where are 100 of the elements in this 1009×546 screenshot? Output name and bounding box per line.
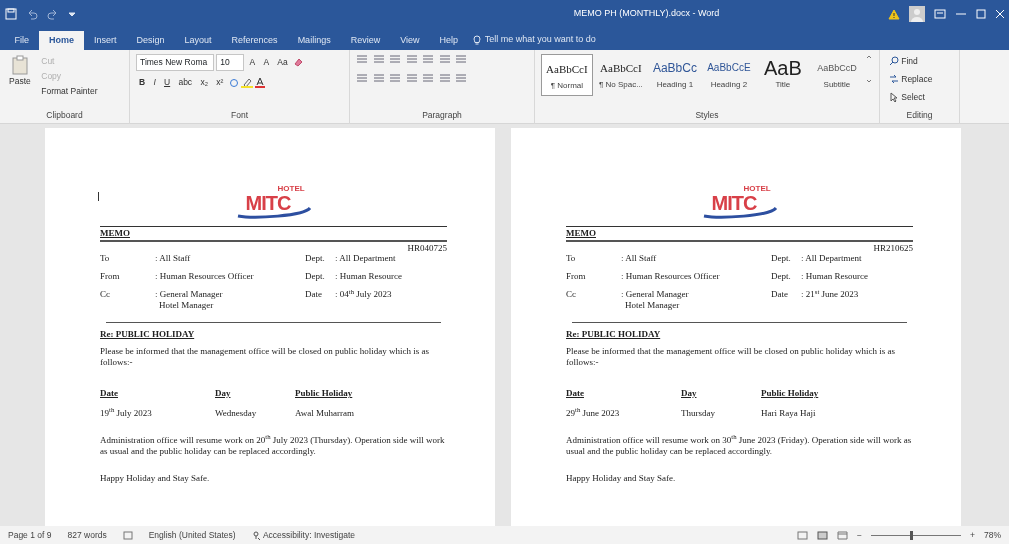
- table-cell-text: Wednesday: [215, 407, 258, 419]
- word-count[interactable]: 827 words: [67, 528, 107, 542]
- column-heading: Date: [100, 388, 119, 400]
- field-value: : 04$^{th}$ July 2023: [335, 289, 392, 301]
- subject-line: Re: PUBLIC HOLIDAY: [100, 328, 196, 340]
- zoom-level[interactable]: 78%: [984, 528, 1001, 542]
- field-value: : General Manager: [621, 289, 690, 301]
- field-label: Dept.: [771, 270, 792, 282]
- column-heading: Public Holiday: [295, 388, 353, 400]
- body-paragraph: Please be informed that the management office will be closed on public holiday which is as follows:-: [100, 345, 430, 369]
- style-option[interactable]: AaBbCcI ¶ No Spac...: [595, 54, 647, 96]
- page-count[interactable]: Page 1 of 9: [8, 528, 52, 542]
- redo-icon[interactable]: [46, 8, 59, 20]
- format-button[interactable]: U: [161, 75, 174, 90]
- field-label: To: [566, 252, 577, 264]
- logo-text: HOTEL: [743, 184, 771, 193]
- gallery-scroll-icon[interactable]: [865, 54, 873, 84]
- field-label: Cc: [100, 289, 111, 301]
- read-mode-icon[interactable]: [797, 530, 809, 540]
- field-label: Cc: [566, 289, 577, 301]
- clipboard-icon: [10, 55, 29, 75]
- maximize-icon[interactable]: [975, 9, 986, 19]
- style-option[interactable]: AaB Title: [757, 54, 809, 96]
- replace-icon: [889, 74, 899, 85]
- ribbon-tab[interactable]: View: [390, 30, 430, 50]
- field-label: Date: [305, 289, 323, 301]
- body-paragraph: Administration office will resume work on 30$^{th}$ June 2023 (Friday). Operation side will work as usual and the public holiday can be replaced accordingly.: [566, 434, 913, 458]
- ribbon-tab[interactable]: Layout: [174, 30, 222, 50]
- style-option[interactable]: AaBbCcE Heading 2: [703, 54, 755, 96]
- tell-me-field[interactable]: Tell me what you want to do: [482, 32, 663, 48]
- ribbon-tab[interactable]: Insert: [84, 30, 127, 50]
- logo-text: MITC: [245, 193, 291, 213]
- field-value: : General Manager: [155, 289, 224, 301]
- field-value: Hotel Manager: [624, 300, 681, 312]
- dropdown-icon[interactable]: [67, 10, 76, 18]
- memo-heading: MEMO: [100, 226, 447, 243]
- field-value: : All Staff: [155, 252, 192, 264]
- column-heading: Day: [215, 388, 232, 400]
- ribbon-tab[interactable]: Design: [126, 30, 175, 50]
- table-cell: Hari Raya Haji: [761, 407, 816, 419]
- ribbon-tab[interactable]: Review: [340, 30, 391, 50]
- format-button[interactable]: B: [136, 75, 149, 90]
- field-label: To: [100, 252, 111, 264]
- table-cell-text: 29$^{th}$ June 2023: [566, 407, 621, 419]
- zoom-slider-thumb[interactable]: [910, 530, 914, 540]
- format-button[interactable]: I: [150, 75, 159, 90]
- ribbon-tab[interactable]: File: [4, 30, 39, 50]
- editing-action[interactable]: Replace: [886, 71, 953, 87]
- eraser-icon[interactable]: [293, 57, 303, 68]
- print-layout-icon[interactable]: [817, 530, 829, 540]
- editing-action[interactable]: Select: [886, 89, 953, 105]
- window-title: MEMO PH (MONTHLY).docx - Word: [572, 7, 721, 21]
- format-button[interactable]: x²: [213, 75, 227, 90]
- field-value: : All Department: [801, 252, 862, 264]
- save-icon[interactable]: [4, 8, 17, 20]
- ribbon-tab[interactable]: Home: [39, 30, 85, 50]
- web-layout-icon[interactable]: [837, 530, 849, 540]
- group-label: Editing: [905, 109, 934, 123]
- column-heading: Day: [681, 388, 698, 400]
- accessibility-status[interactable]: Accessibility: Investigate: [251, 528, 355, 542]
- ribbon-tab[interactable]: References: [221, 30, 288, 50]
- memo-heading: MEMO: [566, 226, 913, 243]
- column-heading: Date: [566, 388, 585, 400]
- format-button[interactable]: abc: [175, 75, 196, 90]
- field-label: Dept.: [771, 252, 792, 264]
- ribbon-tab[interactable]: Mailings: [287, 30, 341, 50]
- language-indicator[interactable]: English (United States): [148, 528, 236, 542]
- text-effects-icon[interactable]: [228, 77, 239, 88]
- font-color-icon[interactable]: [255, 77, 266, 89]
- highlighter-icon[interactable]: [240, 77, 253, 88]
- table-cell-text: Thursday: [681, 407, 716, 419]
- lightbulb-icon[interactable]: [472, 34, 481, 46]
- editing-action[interactable]: Find: [886, 54, 953, 69]
- avatar-icon[interactable]: [908, 6, 925, 22]
- field-label: Dept.: [305, 270, 326, 282]
- reference-number: HR210625: [872, 243, 913, 255]
- field-value: : Human Resource: [335, 270, 402, 282]
- font-size-button[interactable]: A: [260, 55, 273, 70]
- style-option[interactable]: AaBbCcD Subtitle: [811, 54, 863, 96]
- font-size-field[interactable]: 10: [216, 54, 245, 71]
- font-name-field[interactable]: Times New Roma: [136, 54, 214, 71]
- zoom-in-button[interactable]: +: [970, 528, 975, 542]
- ribbon-display-icon[interactable]: [933, 9, 946, 19]
- field-label: Date: [771, 289, 789, 301]
- group-label: Paragraph: [421, 109, 463, 123]
- logo-text: MITC: [711, 193, 757, 213]
- field-value: : Human Resources Officer: [155, 270, 255, 282]
- style-option[interactable]: AaBbCc Heading 1: [649, 54, 701, 96]
- font-size-button[interactable]: Aa: [274, 55, 291, 70]
- font-size-button[interactable]: A: [246, 55, 259, 70]
- close-icon[interactable]: [994, 9, 1005, 19]
- field-value: : All Department: [335, 252, 396, 264]
- subject-line: Re: PUBLIC HOLIDAY: [566, 328, 662, 340]
- zoom-out-button[interactable]: −: [857, 528, 862, 542]
- reference-number: HR040725: [406, 243, 447, 255]
- clipboard-action[interactable]: Format Painter: [38, 83, 101, 99]
- ribbon-tab[interactable]: Help: [429, 30, 469, 50]
- paste-button[interactable]: Paste: [6, 54, 34, 99]
- format-button[interactable]: x₂: [197, 75, 211, 90]
- style-option[interactable]: AaBbCcI ¶ Normal: [541, 54, 593, 96]
